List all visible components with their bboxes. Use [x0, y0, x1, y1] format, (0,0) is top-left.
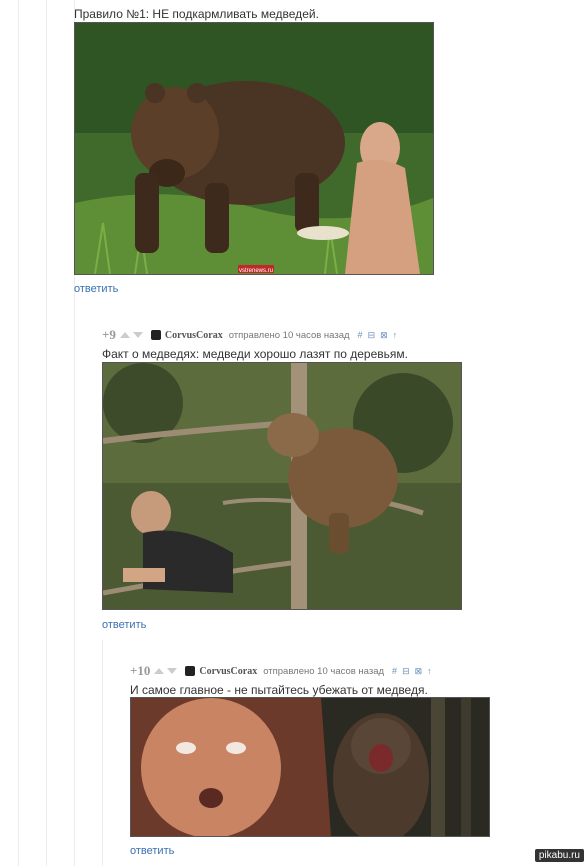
- bear-tree-photo: [102, 362, 462, 610]
- comment-text: Правило №1: НЕ подкармливать медведей.: [74, 7, 319, 21]
- thread-line: [18, 0, 19, 866]
- downvote-icon[interactable]: [167, 668, 178, 674]
- author-link[interactable]: CorvusCorax: [199, 666, 257, 677]
- avatar: [185, 666, 196, 676]
- upvote-icon[interactable]: [119, 332, 130, 338]
- save-icon[interactable]: ⊠: [380, 330, 388, 341]
- comment-rating: +9: [102, 327, 116, 342]
- comment-timestamp: отправлено 10 часов назад: [228, 329, 350, 341]
- collapse-icon[interactable]: ⊟: [402, 666, 410, 677]
- parent-arrow-icon[interactable]: ↑: [427, 666, 432, 676]
- permalink-icon[interactable]: #: [358, 330, 363, 340]
- comment-header: +9 CorvusCorax отправлено 10 часов назад…: [102, 327, 402, 343]
- downvote-icon[interactable]: [132, 332, 143, 338]
- watermark: pikabu.ru: [534, 849, 584, 862]
- comment-rating: +10: [130, 663, 151, 678]
- save-icon[interactable]: ⊠: [415, 666, 423, 677]
- permalink-icon[interactable]: #: [392, 666, 397, 676]
- comment-text: Факт о медведях: медведи хорошо лазят по…: [102, 347, 408, 361]
- reply-button[interactable]: ответить: [102, 619, 146, 631]
- bear-feeding-photo: vstrenews.ru: [74, 22, 434, 275]
- collapse-icon[interactable]: ⊟: [368, 330, 376, 341]
- reply-button[interactable]: ответить: [130, 845, 174, 857]
- author-link[interactable]: CorvusCorax: [165, 330, 223, 341]
- parent-arrow-icon[interactable]: ↑: [393, 330, 398, 340]
- reply-button[interactable]: ответить: [74, 283, 118, 295]
- comment-text: И самое главное - не пытайтесь убежать о…: [130, 683, 428, 697]
- avatar: [150, 330, 161, 340]
- upvote-icon[interactable]: [154, 668, 165, 674]
- photo-caption: vstrenews.ru: [239, 268, 273, 274]
- comment-header: +10 CorvusCorax отправлено 10 часов наза…: [130, 663, 437, 679]
- thread-line: [102, 640, 103, 866]
- comment-timestamp: отправлено 10 часов назад: [263, 665, 385, 677]
- thread-line: [46, 0, 47, 866]
- screaming-bear-photo: [130, 697, 490, 837]
